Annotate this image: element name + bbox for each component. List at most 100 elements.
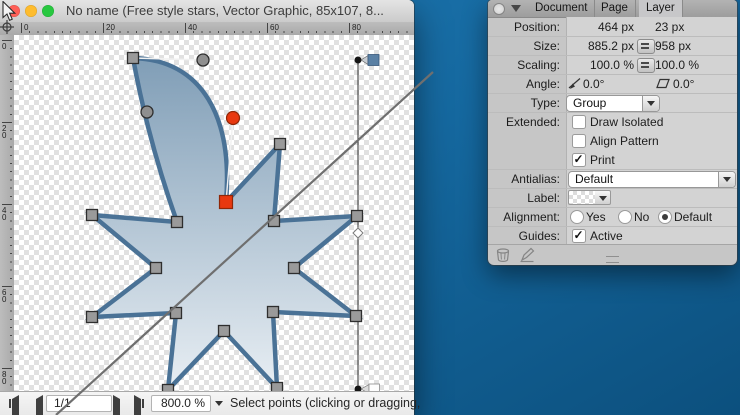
tab-page[interactable]: Page bbox=[594, 0, 636, 17]
ruler-tick bbox=[2, 204, 11, 205]
panel-close-icon[interactable] bbox=[493, 3, 505, 15]
ruler-tick bbox=[267, 23, 268, 32]
ruler-label: 80 bbox=[352, 23, 361, 32]
ruler-label: 0 bbox=[24, 23, 29, 32]
zoom-dropdown-icon[interactable] bbox=[215, 401, 223, 406]
mouse-cursor bbox=[2, 1, 17, 22]
ruler-tick bbox=[2, 286, 11, 287]
skew-angle-value[interactable]: 0.0° bbox=[673, 77, 694, 91]
window-titlebar[interactable]: No name (Free style stars, Vector Graphi… bbox=[0, 0, 414, 23]
next-page-icon[interactable] bbox=[113, 395, 120, 415]
ruler-label: 20 bbox=[106, 23, 115, 32]
ruler-label: 0 bbox=[2, 42, 7, 51]
window-title: No name (Free style stars, Vector Graphi… bbox=[66, 3, 384, 18]
page-indicator-field[interactable]: 1/1 bbox=[46, 395, 112, 412]
row-antialias: Antialias: Default bbox=[488, 169, 737, 188]
dropdown-arrow-icon[interactable] bbox=[642, 95, 659, 111]
field-label: Angle: bbox=[525, 77, 560, 91]
dropdown-arrow-icon[interactable] bbox=[595, 190, 611, 205]
ruler-tick bbox=[21, 23, 22, 32]
ruler-tick bbox=[103, 23, 104, 32]
rotation-angle-value[interactable]: 0.0° bbox=[583, 77, 604, 91]
checkbox-label: Draw Isolated bbox=[590, 115, 664, 129]
field-label: Size: bbox=[533, 39, 560, 53]
proportional-link-icon[interactable] bbox=[637, 38, 655, 54]
ruler-label: 20 bbox=[2, 124, 7, 140]
checkbox-label: Active bbox=[590, 229, 623, 243]
vertical-ruler[interactable]: 0 20 40 60 80 bbox=[0, 35, 15, 392]
chevron-down-icon[interactable] bbox=[511, 5, 521, 12]
row-type: Type: Group bbox=[488, 93, 737, 112]
type-dropdown[interactable]: Group bbox=[566, 94, 660, 112]
scaling-x-value[interactable]: 100.0 % bbox=[566, 58, 634, 72]
row-extended: Extended: Draw Isolated Align Pattern Pr… bbox=[488, 112, 737, 169]
ruler-tick bbox=[2, 122, 11, 123]
inspector-footer bbox=[488, 244, 737, 265]
row-size: Size: 885.2 px 958 px bbox=[488, 36, 737, 55]
last-page-icon[interactable] bbox=[134, 395, 144, 415]
row-position: Position: 464 px 23 px bbox=[488, 17, 737, 36]
crosshair-origin-icon[interactable] bbox=[0, 20, 14, 34]
antialias-dropdown-value: Default bbox=[575, 171, 614, 186]
zoom-level-field[interactable]: 800.0 % bbox=[151, 395, 211, 412]
ruler-label: 60 bbox=[2, 288, 7, 304]
skew-angle-icon bbox=[656, 78, 670, 89]
ruler-label: 40 bbox=[2, 206, 7, 222]
ruler-tick bbox=[2, 368, 11, 369]
size-width-value[interactable]: 885.2 px bbox=[566, 39, 634, 53]
checkbox-label: Print bbox=[590, 153, 615, 167]
horizontal-ruler[interactable]: 0 20 40 60 80 bbox=[14, 22, 414, 36]
panel-resize-handle[interactable] bbox=[606, 256, 619, 263]
radio-label: Yes bbox=[586, 210, 606, 224]
checkbox-label: Align Pattern bbox=[590, 134, 659, 148]
field-label: Type: bbox=[530, 96, 560, 110]
antialias-dropdown[interactable]: Default bbox=[568, 170, 736, 188]
proportional-link-icon[interactable] bbox=[637, 57, 655, 73]
draw-isolated-checkbox[interactable] bbox=[572, 115, 586, 129]
type-dropdown-value: Group bbox=[573, 95, 607, 110]
zoom-button[interactable] bbox=[42, 5, 54, 17]
tab-document[interactable]: Document bbox=[528, 0, 596, 17]
row-guides: Guides: Active bbox=[488, 226, 737, 245]
field-label: Alignment: bbox=[503, 210, 560, 224]
field-label: Scaling: bbox=[517, 58, 560, 72]
minimize-button[interactable] bbox=[25, 5, 37, 17]
ruler-label: 40 bbox=[188, 23, 197, 32]
rotation-angle-icon bbox=[568, 78, 581, 89]
status-hint-text: Select points (clicking or dragging, bbox=[230, 396, 421, 410]
drawing-canvas[interactable] bbox=[14, 35, 414, 392]
position-y-value[interactable]: 23 px bbox=[655, 20, 684, 34]
ruler-tick bbox=[349, 23, 350, 32]
field-label: Extended: bbox=[505, 115, 560, 129]
radio-label: No bbox=[634, 210, 650, 224]
alignment-yes-radio[interactable] bbox=[570, 210, 584, 224]
alignment-no-radio[interactable] bbox=[618, 210, 632, 224]
edit-pencil-icon[interactable] bbox=[519, 247, 535, 263]
statusbar: 1/1 800.0 % Select points (clicking or d… bbox=[0, 391, 420, 415]
position-x-value[interactable]: 464 px bbox=[566, 20, 634, 34]
row-label: Label: bbox=[488, 188, 737, 207]
field-label: Guides: bbox=[518, 229, 560, 243]
document-window: No name (Free style stars, Vector Graphi… bbox=[0, 0, 420, 415]
inspector-panel: Document Page Layer Position: 464 px 23 … bbox=[488, 0, 737, 265]
row-scaling: Scaling: 100.0 % 100.0 % bbox=[488, 55, 737, 74]
previous-page-icon[interactable] bbox=[36, 395, 43, 415]
tab-layer[interactable]: Layer bbox=[639, 0, 683, 17]
scaling-y-value[interactable]: 100.0 % bbox=[655, 58, 699, 72]
first-page-icon[interactable] bbox=[9, 395, 19, 415]
size-height-value[interactable]: 958 px bbox=[655, 39, 691, 53]
align-pattern-checkbox[interactable] bbox=[572, 134, 586, 148]
trash-icon[interactable] bbox=[495, 247, 511, 263]
row-alignment: Alignment: Yes No Default bbox=[488, 207, 737, 226]
radio-label: Default bbox=[674, 210, 713, 224]
alignment-default-radio[interactable] bbox=[658, 210, 672, 224]
label-color-swatch[interactable] bbox=[568, 190, 596, 205]
ruler-tick bbox=[185, 23, 186, 32]
inspector-titlebar[interactable]: Document Page Layer bbox=[488, 0, 737, 18]
print-checkbox[interactable] bbox=[572, 152, 586, 167]
dropdown-arrow-icon[interactable] bbox=[718, 171, 735, 187]
row-angle: Angle: 0.0° 0.0° bbox=[488, 74, 737, 93]
ruler-label: 80 bbox=[2, 370, 7, 386]
ruler-label: 60 bbox=[270, 23, 279, 32]
guides-active-checkbox[interactable] bbox=[572, 228, 586, 243]
